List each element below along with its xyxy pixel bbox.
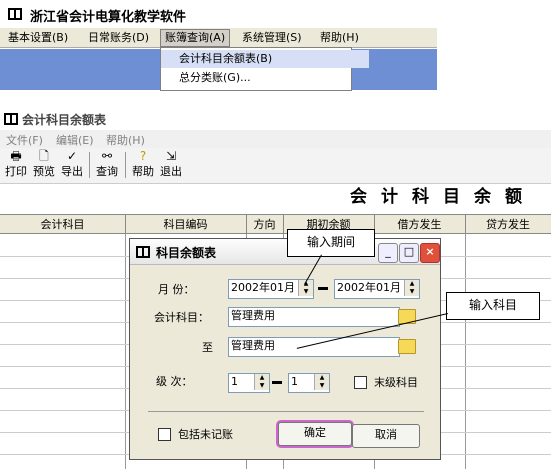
app-titlebar: 浙江省会计电算化教学软件	[0, 0, 437, 28]
level-from-field[interactable]: 1 ▲ ▼	[228, 373, 270, 393]
col-header-direction[interactable]: 方向	[246, 215, 284, 234]
grid-divider	[465, 234, 466, 469]
level-range-dash	[272, 381, 282, 384]
export-button[interactable]: ✓ 导出	[59, 150, 85, 179]
level-label: 级 次：	[156, 375, 193, 388]
close-icon: ×	[425, 245, 435, 258]
leaf-only-checkbox[interactable]	[354, 376, 367, 389]
level-to-spinner[interactable]: ▲ ▼	[314, 374, 329, 390]
menu-item-general-ledger[interactable]: 总分类账(G)...	[161, 69, 369, 87]
toolbar: 🖶 打印 🗋 预览 ✓ 导出 ⚯ 查询 ? 帮助 ⇲ 退出	[0, 148, 551, 184]
col-header-account[interactable]: 会计科目	[0, 215, 126, 234]
grid-header: 会计科目 科目编码 方向 期初余额 借方发生 贷方发生	[0, 214, 551, 234]
menu-help-report[interactable]: 帮助(H)	[106, 132, 145, 148]
month-from-field[interactable]: 2002年01月 ▲ ▼	[228, 279, 314, 299]
print-button[interactable]: 🖶 打印	[3, 150, 29, 179]
preview-icon: 🗋	[39, 149, 49, 163]
printer-icon: 🖶	[10, 149, 22, 163]
preview-button[interactable]: 🗋 预览	[31, 150, 57, 179]
to-label: 至	[202, 341, 213, 354]
include-unposted-label: 包括未记账	[178, 428, 233, 441]
toolbar-separator	[89, 152, 90, 178]
query-button[interactable]: ⚯ 查询	[94, 150, 120, 179]
col-header-code[interactable]: 科目编码	[125, 215, 247, 234]
menu-daily-accounts[interactable]: 日常账务(D)	[84, 30, 153, 46]
report-window-icon	[4, 113, 18, 125]
level-to-value: 1	[291, 375, 298, 388]
help-button[interactable]: ? 帮助	[130, 150, 156, 179]
report-window-titlebar: 会计科目余额表	[0, 108, 551, 130]
query-label: 查询	[96, 165, 118, 178]
exit-icon: ⇲	[165, 149, 177, 163]
level-from-value: 1	[231, 375, 238, 388]
range-dash	[318, 287, 328, 290]
main-menubar: 基本设置(B) 日常账务(D) 账簿查询(A) 系统管理(S) 帮助(H)	[0, 28, 437, 48]
include-unposted-checkbox[interactable]	[158, 428, 171, 441]
dialog-icon	[136, 246, 150, 258]
menu-help[interactable]: 帮助(H)	[316, 30, 363, 46]
ok-button[interactable]: 确定	[278, 422, 352, 446]
maximize-icon: □	[403, 245, 415, 258]
preview-label: 预览	[33, 165, 55, 178]
minimize-button[interactable]: _	[378, 243, 398, 263]
report-menubar: 文件(F) 编辑(E) 帮助(H)	[0, 130, 551, 148]
report-window-title: 会计科目余额表	[22, 113, 107, 127]
menu-file[interactable]: 文件(F)	[6, 132, 43, 148]
leaf-only-label: 末级科目	[374, 376, 418, 389]
account-from-value: 管理费用	[231, 309, 275, 322]
help-icon: ?	[139, 149, 147, 163]
toolbar-separator	[125, 152, 126, 178]
close-button[interactable]: ×	[420, 243, 440, 263]
dialog-title: 科目余额表	[156, 246, 217, 260]
exit-label: 退出	[160, 165, 182, 178]
dialog-titlebar[interactable]: 科目余额表 _ □ ×	[130, 239, 440, 265]
account-balance-dialog: 科目余额表 _ □ × 月 份： 2002年01月 ▲ ▼ 2002年01月 ▲ ▼…	[129, 238, 441, 460]
period-callout: 输入期间	[287, 229, 375, 257]
account-to-value: 管理费用	[231, 339, 275, 352]
account-from-field[interactable]: 管理费用	[228, 307, 400, 327]
col-header-credit[interactable]: 贷方发生	[465, 215, 551, 234]
month-to-value: 2002年01月	[337, 281, 401, 294]
menu-item-account-balance[interactable]: 会计科目余额表(B)	[161, 50, 369, 68]
month-to-field[interactable]: 2002年01月 ▲ ▼	[334, 279, 420, 299]
maximize-button[interactable]: □	[399, 243, 419, 263]
print-label: 打印	[5, 165, 27, 178]
folder-icon[interactable]	[398, 339, 416, 354]
dialog-separator	[148, 411, 424, 412]
app-icon	[8, 8, 22, 20]
binoculars-icon: ⚯	[101, 149, 113, 163]
grid-divider	[125, 234, 126, 469]
menu-basic-settings[interactable]: 基本设置(B)	[4, 30, 72, 46]
level-from-spinner[interactable]: ▲ ▼	[254, 374, 269, 390]
cancel-button[interactable]: 取消	[352, 424, 420, 448]
menu-edit[interactable]: 编辑(E)	[56, 132, 94, 148]
level-to-field[interactable]: 1 ▲ ▼	[288, 373, 330, 393]
export-label: 导出	[61, 165, 83, 178]
report-heading: 会计科目余额	[350, 187, 536, 207]
app-title: 浙江省会计电算化教学软件	[30, 10, 187, 25]
month-label: 月 份：	[158, 283, 195, 296]
month-to-spinner[interactable]: ▲ ▼	[404, 280, 419, 296]
menu-ledger-query[interactable]: 账簿查询(A)	[160, 29, 231, 47]
exit-button[interactable]: ⇲ 退出	[158, 150, 184, 179]
export-icon: ✓	[66, 149, 78, 163]
ledger-query-dropdown: 会计科目余额表(B) 总分类账(G)...	[160, 47, 369, 91]
account-to-field[interactable]: 管理费用	[228, 337, 400, 357]
help-label: 帮助	[132, 165, 154, 178]
menu-system-admin[interactable]: 系统管理(S)	[238, 30, 306, 46]
account-label: 会计科目：	[154, 311, 209, 324]
minimize-icon: _	[385, 245, 391, 258]
account-callout: 输入科目	[446, 292, 540, 320]
col-header-debit[interactable]: 借方发生	[374, 215, 466, 234]
month-from-value: 2002年01月	[231, 281, 295, 294]
